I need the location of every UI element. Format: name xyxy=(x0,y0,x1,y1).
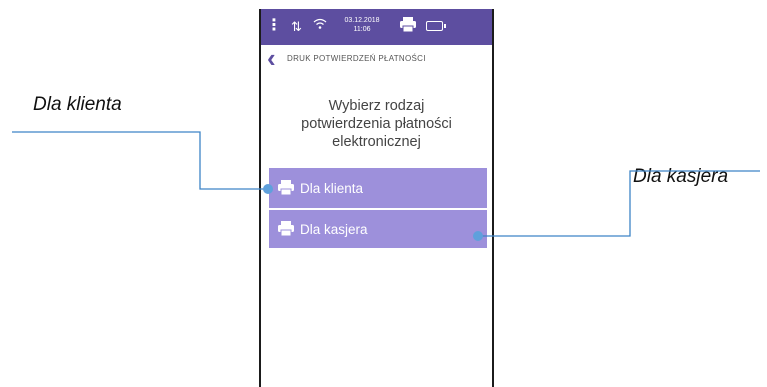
back-arrow-icon[interactable]: ‹ xyxy=(267,45,276,71)
callout-line-client xyxy=(12,131,267,190)
device-screen: ⋮ ⇅ 03.12.2018 11:06 ‹ DRUK POTWIERDZEŃ … xyxy=(259,9,494,387)
selection-prompt: Wybierz rodzaj potwierdzenia płatności e… xyxy=(261,97,492,151)
option-cashier-receipt[interactable]: Dla kasjera xyxy=(269,208,487,248)
status-datetime: 03.12.2018 11:06 xyxy=(339,16,385,34)
wifi-icon xyxy=(313,17,327,33)
callout-label-client: Dla klienta xyxy=(33,94,122,115)
printer-status-icon xyxy=(399,17,417,33)
printer-icon xyxy=(277,180,295,196)
screen-title: DRUK POTWIERDZEŃ PŁATNOŚCI xyxy=(287,54,426,63)
status-date: 03.12.2018 xyxy=(344,17,380,24)
status-time: 11:06 xyxy=(353,26,371,33)
callout-label-cashier: Dla kasjera xyxy=(633,166,729,187)
option-label: Dla kasjera xyxy=(300,221,368,237)
option-client-receipt[interactable]: Dla klienta xyxy=(269,168,487,208)
status-bar: ⋮ ⇅ 03.12.2018 11:06 xyxy=(261,9,492,45)
prompt-line-1: Wybierz rodzaj xyxy=(328,98,425,114)
prompt-line-2: potwierdzenia płatności xyxy=(301,116,452,132)
screen-header: ‹ DRUK POTWIERDZEŃ PŁATNOŚCI xyxy=(261,45,492,71)
option-label: Dla klienta xyxy=(300,180,364,196)
printer-icon xyxy=(277,221,295,237)
battery-icon xyxy=(426,21,446,31)
prompt-line-3: elektronicznej xyxy=(332,134,421,150)
receipt-options-list: Dla klienta Dla kasjera xyxy=(269,168,487,248)
overflow-menu-icon[interactable]: ⋮ xyxy=(266,18,282,34)
data-transfer-icon: ⇅ xyxy=(291,19,302,34)
